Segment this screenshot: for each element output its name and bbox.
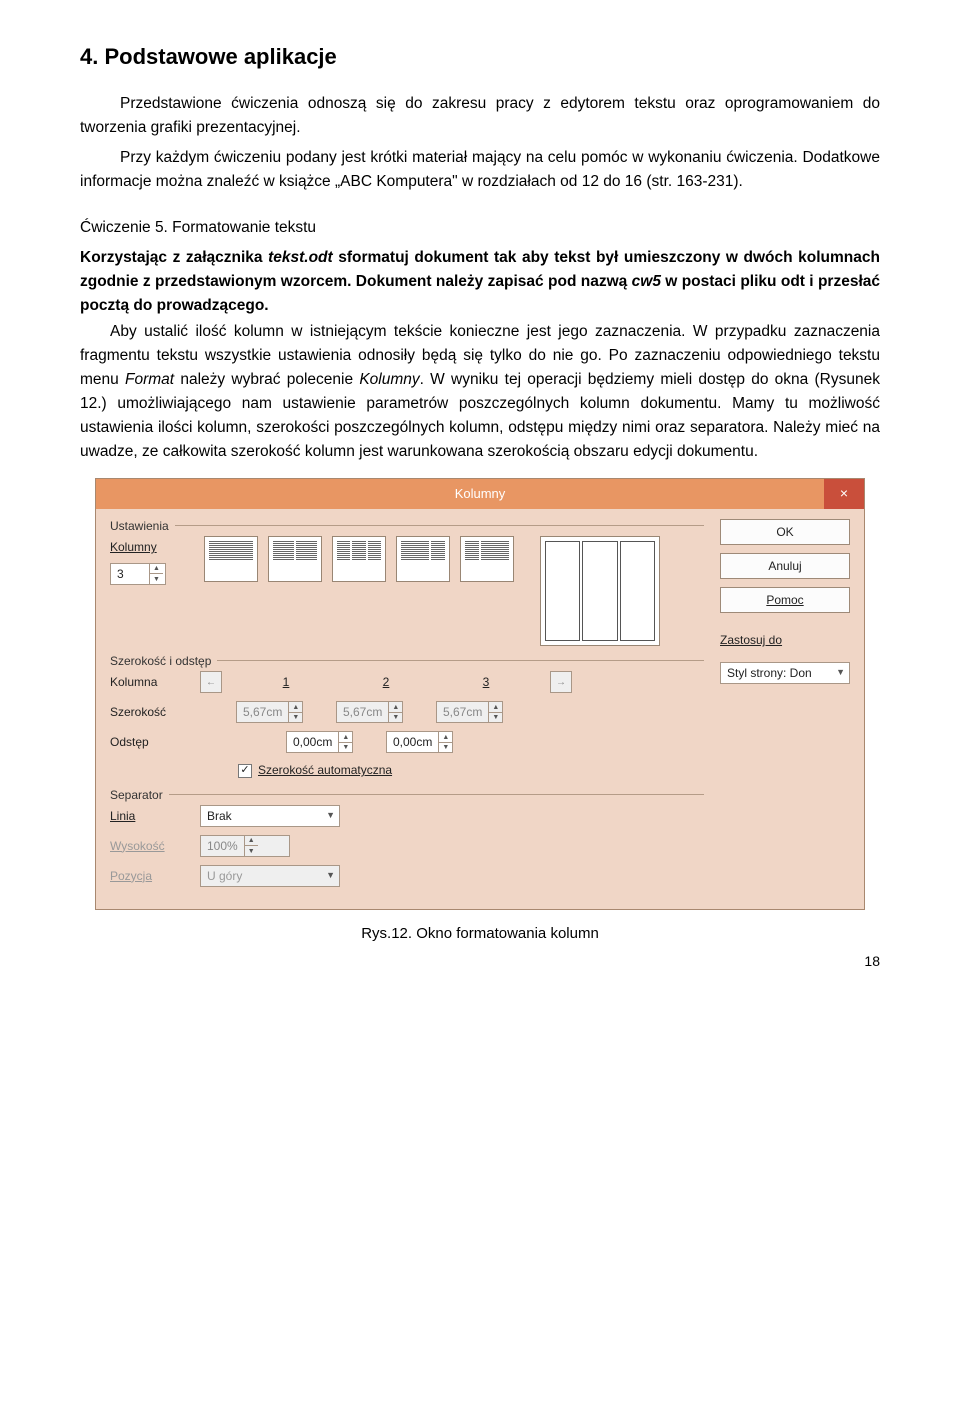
spinner-down-icon[interactable]: ▼ [339,743,352,753]
width-label: Szerokość [110,703,200,722]
preset-2col-right[interactable] [460,536,514,582]
exercise-heading: Ćwiczenie 5. Formatowanie tekstu [80,216,880,240]
spinner-up-icon[interactable]: ▲ [389,702,402,713]
height-label: Wysokość [110,839,165,853]
figure: Kolumny × Ustawienia Kolumny 3 ▲▼ [80,478,880,910]
apply-to-value: Styl strony: Don [727,664,812,683]
position-dropdown[interactable]: U góry ▼ [200,865,340,887]
intro-paragraph-2: Przy każdym ćwiczeniu podany jest krótki… [80,146,880,194]
spinner-up-icon[interactable]: ▲ [150,564,163,575]
line-dropdown[interactable]: Brak ▼ [200,805,340,827]
exercise-instruction: Korzystając z załącznika tekst.odt sform… [80,246,880,318]
width-spinner-3[interactable]: 5,67cm▲▼ [436,701,503,723]
width-spinner-1[interactable]: 5,67cm▲▼ [236,701,303,723]
spinner-down-icon[interactable]: ▼ [489,713,502,723]
spinner-up-icon[interactable]: ▲ [289,702,302,713]
gap-value-1: 0,00cm [287,732,338,752]
auto-width-checkbox[interactable]: ✓ [238,764,252,778]
apply-to-dropdown[interactable]: Styl strony: Don ▼ [720,662,850,684]
group-separator-label: Separator [110,786,169,805]
gap-spinner-2[interactable]: 0,00cm▲▼ [386,731,453,753]
preset-1col[interactable] [204,536,258,582]
columns-preview [540,536,660,646]
spinner-down-icon[interactable]: ▼ [150,574,163,584]
auto-width-label: Szerokość automatyczna [258,761,392,780]
columns-dialog: Kolumny × Ustawienia Kolumny 3 ▲▼ [95,478,865,910]
gap-spinner-1[interactable]: 0,00cm▲▼ [286,731,353,753]
text: należy wybrać polecenie [174,371,359,388]
preset-2col[interactable] [268,536,322,582]
width-value-2: 5,67cm [337,702,388,722]
command-name: Kolumny [359,371,419,388]
intro-paragraph-1: Przedstawione ćwiczenia odnoszą się do z… [80,92,880,140]
spinner-down-icon[interactable]: ▼ [439,743,452,753]
height-value: 100% [201,836,244,856]
spinner-down-icon[interactable]: ▼ [289,713,302,723]
gap-label: Odstęp [110,733,200,752]
width-spinner-2[interactable]: 5,67cm▲▼ [336,701,403,723]
col-num-2: 2 [336,673,436,692]
group-width-label: Szerokość i odstęp [110,652,217,671]
chevron-down-icon: ▼ [326,809,335,823]
exercise-explanation: Aby ustalić ilość kolumn w istniejącym t… [80,320,880,464]
spinner-up-icon[interactable]: ▲ [245,836,258,847]
page-number: 18 [80,951,880,973]
position-label: Pozycja [110,869,152,883]
close-button[interactable]: × [824,479,864,509]
line-label: Linia [110,809,135,823]
columns-spinner[interactable]: 3 ▲▼ [110,563,166,585]
apply-to-label: Zastosuj do [720,631,850,650]
cancel-button[interactable]: Anuluj [720,553,850,579]
preset-2col-left[interactable] [396,536,450,582]
help-button[interactable]: Pomoc [720,587,850,613]
section-title: 4. Podstawowe aplikacje [80,40,880,74]
column-label: Kolumna [110,673,200,692]
width-value-1: 5,67cm [237,702,288,722]
height-spinner[interactable]: 100% ▲▼ [200,835,290,857]
columns-label: Kolumny [110,540,157,554]
dialog-title: Kolumny [455,484,506,504]
line-value: Brak [207,807,232,826]
col-num-1: 1 [236,673,336,692]
group-settings-label: Ustawienia [110,517,175,536]
prev-column-button[interactable]: ← [200,671,222,693]
columns-value: 3 [111,564,149,584]
spinner-up-icon[interactable]: ▲ [339,732,352,743]
position-value: U góry [207,867,242,886]
menu-name: Format [125,371,174,388]
chevron-down-icon: ▼ [326,869,335,883]
spinner-down-icon[interactable]: ▼ [389,713,402,723]
dialog-titlebar: Kolumny × [96,479,864,509]
col-num-3: 3 [436,673,536,692]
text: Korzystając z załącznika [80,249,268,266]
filename: tekst.odt [268,249,333,266]
spinner-down-icon[interactable]: ▼ [245,846,258,856]
width-value-3: 5,67cm [437,702,488,722]
chevron-down-icon: ▼ [836,666,845,680]
figure-caption: Rys.12. Okno formatowania kolumn [80,922,880,945]
help-label: Pomoc [766,591,803,610]
gap-value-2: 0,00cm [387,732,438,752]
preset-3col[interactable] [332,536,386,582]
save-name: cw5 [632,273,661,290]
next-column-button[interactable]: → [550,671,572,693]
column-presets [204,536,514,582]
spinner-up-icon[interactable]: ▲ [489,702,502,713]
ok-button[interactable]: OK [720,519,850,545]
spinner-up-icon[interactable]: ▲ [439,732,452,743]
